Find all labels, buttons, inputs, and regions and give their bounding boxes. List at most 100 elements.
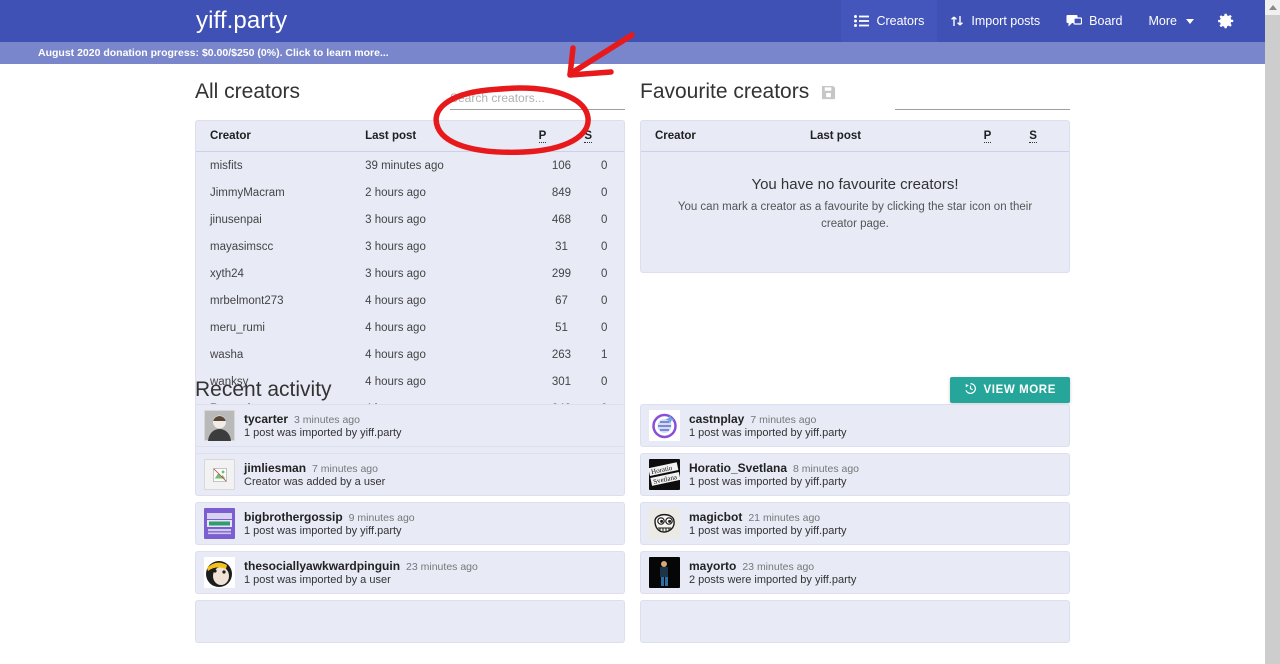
cell-s: 1: [600, 348, 608, 361]
list-icon: [854, 15, 870, 27]
activity-line-1: magicbot 21 minutes ago: [689, 510, 847, 524]
table-row[interactable]: mayasimscc 3 hours ago 31 0: [196, 233, 624, 260]
board-icon: [1066, 14, 1083, 28]
activity-card-partial[interactable]: [640, 600, 1070, 643]
activity-creator-name[interactable]: castnplay: [689, 412, 744, 426]
table-row[interactable]: washa 4 hours ago 263 1: [196, 341, 624, 368]
cell-creator[interactable]: JimmyMacram: [196, 179, 365, 206]
col-header-p[interactable]: P: [538, 121, 585, 152]
activity-card[interactable]: jimliesman 7 minutes ago Creator was add…: [195, 453, 625, 496]
avatar: [204, 508, 235, 539]
activity-creator-name[interactable]: thesociallyawkwardpinguin: [244, 559, 400, 573]
col-header-creator[interactable]: Creator: [196, 121, 366, 152]
activity-body: castnplay 7 minutes ago 1 post was impor…: [689, 412, 847, 439]
cell-creator[interactable]: mrbelmont273: [196, 287, 365, 314]
gear-icon: [1217, 12, 1235, 30]
cell-s: 0: [600, 159, 608, 172]
nav-label-more: More: [1148, 14, 1177, 28]
activity-body: thesociallyawkwardpinguin 23 minutes ago…: [244, 559, 478, 586]
avatar: Horatio Svetlana: [649, 459, 680, 490]
activity-line-1: bigbrothergossip 9 minutes ago: [244, 510, 415, 524]
page-root: yiff.party Creators Import posts Board M…: [0, 0, 1280, 664]
cell-creator[interactable]: meru_rumi: [196, 314, 365, 341]
cell-last-post: 4 hours ago: [365, 348, 426, 361]
cell-last-post: 2 hours ago: [365, 186, 426, 199]
table-row[interactable]: mrbelmont273 4 hours ago 67 0: [196, 287, 624, 314]
cell-s: 0: [600, 213, 608, 226]
cell-creator[interactable]: jinusenpai: [196, 206, 365, 233]
cell-p: 299: [551, 267, 572, 280]
cell-s: 0: [600, 321, 608, 334]
activity-card[interactable]: Horatio Svetlana Horatio_Svetlana 8 minu…: [640, 453, 1070, 496]
fav-col-header-s[interactable]: S: [1029, 121, 1069, 152]
nav-item-creators[interactable]: Creators: [841, 0, 938, 42]
nav-item-import-posts[interactable]: Import posts: [937, 0, 1053, 42]
avatar: [649, 508, 680, 539]
activity-time: 21 minutes ago: [748, 512, 821, 524]
cell-p: 51: [555, 321, 568, 334]
cell-last-post: 3 hours ago: [365, 267, 426, 280]
donation-banner[interactable]: August 2020 donation progress: $0.00/$25…: [0, 42, 1265, 64]
search-creators-input[interactable]: [450, 89, 625, 110]
nav-item-settings[interactable]: [1207, 0, 1249, 42]
activity-time: 9 minutes ago: [348, 512, 415, 524]
activity-card[interactable]: tycarter 3 minutes ago 1 post was import…: [195, 404, 625, 447]
table-row[interactable]: misfits 39 minutes ago 106 0: [196, 152, 624, 180]
empty-state-title: You have no favourite creators!: [751, 176, 959, 193]
favourite-creators-rule: [895, 109, 1070, 110]
site-brand[interactable]: yiff.party: [196, 7, 287, 35]
avatar: [204, 459, 235, 490]
cell-creator[interactable]: mayasimscc: [196, 233, 365, 260]
activity-creator-name[interactable]: Horatio_Svetlana: [689, 461, 787, 475]
activity-card[interactable]: thesociallyawkwardpinguin 23 minutes ago…: [195, 551, 625, 594]
activity-card[interactable]: castnplay 7 minutes ago 1 post was impor…: [640, 404, 1070, 447]
scroll-up-button[interactable]: [1265, 0, 1280, 15]
top-navbar: yiff.party Creators Import posts Board M…: [0, 0, 1265, 42]
cell-last-post: 3 hours ago: [365, 213, 426, 226]
col-header-last-post[interactable]: Last post: [365, 121, 539, 152]
fav-col-header-p-label: P: [983, 130, 992, 143]
page-scrollbar[interactable]: [1265, 0, 1280, 664]
activity-description: 1 post was imported by a user: [244, 574, 391, 586]
avatar: [649, 557, 680, 588]
activity-card[interactable]: mayorto 23 minutes ago 2 posts were impo…: [640, 551, 1070, 594]
activity-body: bigbrothergossip 9 minutes ago 1 post wa…: [244, 510, 415, 537]
activity-description: Creator was added by a user: [244, 476, 386, 488]
favourite-creators-table: Creator Last post P S: [641, 121, 1069, 152]
cell-creator[interactable]: misfits: [196, 152, 365, 180]
cell-last-post: 4 hours ago: [365, 294, 426, 307]
activity-creator-name[interactable]: tycarter: [244, 412, 288, 426]
activity-creator-name[interactable]: bigbrothergossip: [244, 510, 343, 524]
activity-card[interactable]: bigbrothergossip 9 minutes ago 1 post wa…: [195, 502, 625, 545]
nav-item-more[interactable]: More: [1136, 0, 1207, 42]
activity-creator-name[interactable]: jimliesman: [244, 461, 306, 475]
fav-col-header-last-post[interactable]: Last post: [809, 121, 984, 152]
activity-card[interactable]: magicbot 21 minutes ago 1 post was impor…: [640, 502, 1070, 545]
table-row[interactable]: JimmyMacram 2 hours ago 849 0: [196, 179, 624, 206]
activity-card-partial[interactable]: [195, 600, 625, 643]
activity-body: Horatio_Svetlana 8 minutes ago 1 post wa…: [689, 461, 859, 488]
cell-creator[interactable]: xyth24: [196, 260, 365, 287]
fav-col-header-creator[interactable]: Creator: [641, 121, 810, 152]
col-header-s[interactable]: S: [584, 121, 624, 152]
save-icon[interactable]: [821, 85, 836, 100]
activity-line-1: thesociallyawkwardpinguin 23 minutes ago: [244, 559, 478, 573]
cell-p: 468: [551, 213, 572, 226]
donation-banner-text: August 2020 donation progress: $0.00/$25…: [38, 47, 389, 59]
activity-body: jimliesman 7 minutes ago Creator was add…: [244, 461, 385, 488]
activity-line-1: mayorto 23 minutes ago: [689, 559, 856, 573]
table-row[interactable]: xyth24 3 hours ago 299 0: [196, 260, 624, 287]
cell-s: 0: [600, 294, 608, 307]
activity-creator-name[interactable]: magicbot: [689, 510, 742, 524]
table-row[interactable]: meru_rumi 4 hours ago 51 0: [196, 314, 624, 341]
cell-p: 67: [555, 294, 568, 307]
activity-creator-name[interactable]: mayorto: [689, 559, 736, 573]
table-header-row: Creator Last post P S: [641, 121, 1069, 152]
chevron-down-icon: [1186, 18, 1194, 24]
nav-item-board[interactable]: Board: [1053, 0, 1135, 42]
table-row[interactable]: jinusenpai 3 hours ago 468 0: [196, 206, 624, 233]
fav-col-header-p[interactable]: P: [983, 121, 1030, 152]
cell-creator[interactable]: washa: [196, 341, 365, 368]
cell-last-post: 39 minutes ago: [365, 159, 444, 172]
view-more-button[interactable]: VIEW MORE: [949, 377, 1070, 403]
